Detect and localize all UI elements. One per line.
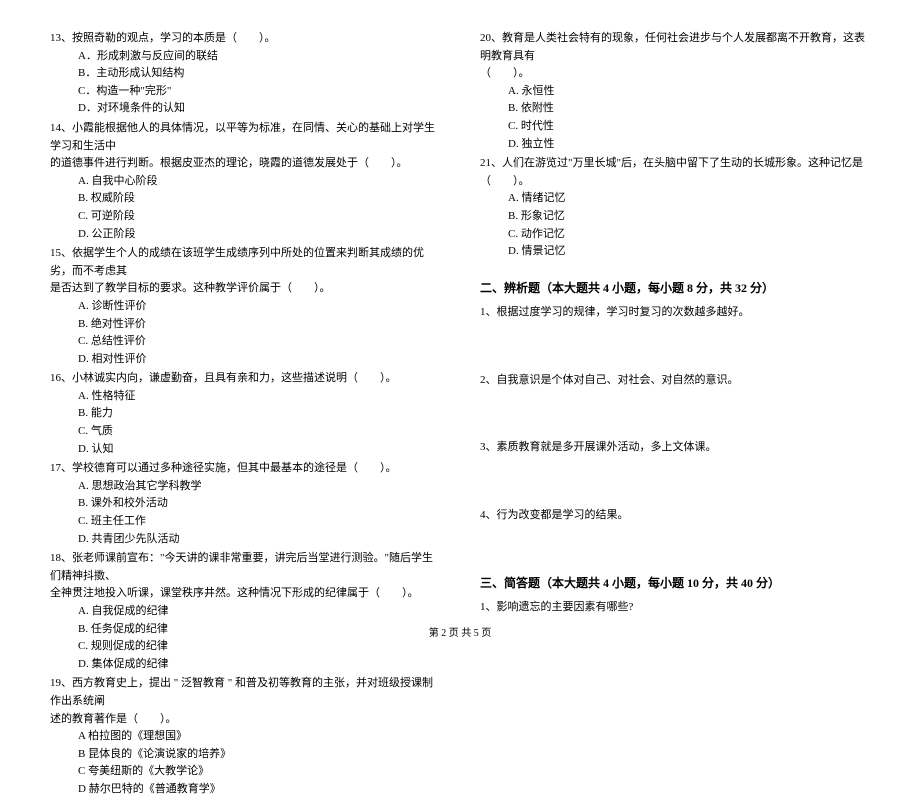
q20-stem-2: （ ）。 xyxy=(480,65,870,83)
q19-opt-c: C 夸美纽斯的《大教学论》 xyxy=(78,763,440,781)
right-column: 20、教育是人类社会特有的现象，任何社会进步与个人发展都离不开教育，这表明教育具… xyxy=(480,30,870,801)
section-3-q1: 1、影响遗忘的主要因素有哪些? xyxy=(480,599,870,617)
q20-opt-a: A. 永恒性 xyxy=(508,83,870,101)
question-17: 17、学校德育可以通过多种途径实施，但其中最基本的途径是（ ）。 A. 思想政治… xyxy=(50,460,440,548)
question-15: 15、依据学生个人的成绩在该班学生成绩序列中所处的位置来判断其成绩的优劣，而不考… xyxy=(50,245,440,368)
q17-options: A. 思想政治其它学科教学 B. 课外和校外活动 C. 班主任工作 D. 共青团… xyxy=(50,478,440,548)
q18-stem-2: 全神贯注地投入听课，课堂秩序井然。这种情况下形成的纪律属于（ ）。 xyxy=(50,585,440,603)
section-2-q4: 4、行为改变都是学习的结果。 xyxy=(480,507,870,525)
q20-opt-d: D. 独立性 xyxy=(508,136,870,154)
section-3-title: 三、简答题（本大题共 4 小题，每小题 10 分，共 40 分） xyxy=(480,574,870,593)
q21-opt-b: B. 形象记忆 xyxy=(508,208,870,226)
question-16: 16、小林诚实内向，谦虚勤奋，且具有亲和力，这些描述说明（ ）。 A. 性格特征… xyxy=(50,370,440,458)
q21-opt-c: C. 动作记忆 xyxy=(508,226,870,244)
q14-options: A. 自我中心阶段 B. 权威阶段 C. 可逆阶段 D. 公正阶段 xyxy=(50,173,440,243)
section-2-q1: 1、根据过度学习的规律，学习时复习的次数越多越好。 xyxy=(480,304,870,322)
q13-opt-d: D．对环境条件的认知 xyxy=(78,100,440,118)
q15-stem-1: 15、依据学生个人的成绩在该班学生成绩序列中所处的位置来判断其成绩的优劣，而不考… xyxy=(50,245,440,280)
q15-opt-b: B. 绝对性评价 xyxy=(78,316,440,334)
q16-opt-d: D. 认知 xyxy=(78,441,440,459)
q17-opt-b: B. 课外和校外活动 xyxy=(78,495,440,513)
question-19: 19、西方教育史上，提出 " 泛智教育 " 和普及初等教育的主张，并对班级授课制… xyxy=(50,675,440,798)
q16-opt-a: A. 性格特征 xyxy=(78,388,440,406)
q20-opt-b: B. 依附性 xyxy=(508,100,870,118)
q17-opt-a: A. 思想政治其它学科教学 xyxy=(78,478,440,496)
q21-opt-d: D. 情景记忆 xyxy=(508,243,870,261)
question-21: 21、人们在游览过"万里长城"后，在头脑中留下了生动的长城形象。这种记忆是（ ）… xyxy=(480,155,870,261)
q19-opt-b: B 昆体良的《论演说家的培养》 xyxy=(78,746,440,764)
q21-opt-a: A. 情绪记忆 xyxy=(508,190,870,208)
section-2-q3: 3、素质教育就是多开展课外活动，多上文体课。 xyxy=(480,439,870,457)
q14-opt-c: C. 可逆阶段 xyxy=(78,208,440,226)
q16-opt-c: C. 气质 xyxy=(78,423,440,441)
q15-opt-c: C. 总结性评价 xyxy=(78,333,440,351)
q13-stem: 13、按照奇勒的观点，学习的本质是（ ）。 xyxy=(50,30,440,48)
q19-options: A 柏拉图的《理想国》 B 昆体良的《论演说家的培养》 C 夸美纽斯的《大教学论… xyxy=(50,728,440,798)
q13-options: A．形成刺激与反应间的联结 B．主动形成认知结构 C．构造一种"完形" D．对环… xyxy=(50,48,440,118)
q16-opt-b: B. 能力 xyxy=(78,405,440,423)
q14-stem-1: 14、小霞能根据他人的具体情况，以平等为标准，在同情、关心的基础上对学生学习和生… xyxy=(50,120,440,155)
q13-opt-b: B．主动形成认知结构 xyxy=(78,65,440,83)
q20-stem-1: 20、教育是人类社会特有的现象，任何社会进步与个人发展都离不开教育，这表明教育具… xyxy=(480,30,870,65)
q14-opt-d: D. 公正阶段 xyxy=(78,226,440,244)
q15-stem-2: 是否达到了教学目标的要求。这种教学评价属于（ ）。 xyxy=(50,280,440,298)
q15-opt-a: A. 诊断性评价 xyxy=(78,298,440,316)
question-20: 20、教育是人类社会特有的现象，任何社会进步与个人发展都离不开教育，这表明教育具… xyxy=(480,30,870,153)
q19-opt-d: D 赫尔巴特的《普通教育学》 xyxy=(78,781,440,799)
q20-opt-c: C. 时代性 xyxy=(508,118,870,136)
q18-opt-d: D. 集体促成的纪律 xyxy=(78,656,440,674)
question-13: 13、按照奇勒的观点，学习的本质是（ ）。 A．形成刺激与反应间的联结 B．主动… xyxy=(50,30,440,118)
question-14: 14、小霞能根据他人的具体情况，以平等为标准，在同情、关心的基础上对学生学习和生… xyxy=(50,120,440,243)
q17-stem: 17、学校德育可以通过多种途径实施，但其中最基本的途径是（ ）。 xyxy=(50,460,440,478)
q19-stem-2: 述的教育著作是（ ）。 xyxy=(50,711,440,729)
q14-stem-2: 的道德事件进行判断。根据皮亚杰的理论，晓霞的道德发展处于（ ）。 xyxy=(50,155,440,173)
section-2-q2: 2、自我意识是个体对自己、对社会、对自然的意识。 xyxy=(480,372,870,390)
q19-stem-1: 19、西方教育史上，提出 " 泛智教育 " 和普及初等教育的主张，并对班级授课制… xyxy=(50,675,440,710)
q19-opt-a: A 柏拉图的《理想国》 xyxy=(78,728,440,746)
q15-opt-d: D. 相对性评价 xyxy=(78,351,440,369)
q18-opt-a: A. 自我促成的纪律 xyxy=(78,603,440,621)
q20-options: A. 永恒性 B. 依附性 C. 时代性 D. 独立性 xyxy=(480,83,870,153)
q17-opt-d: D. 共青团少先队活动 xyxy=(78,531,440,549)
q21-options: A. 情绪记忆 B. 形象记忆 C. 动作记忆 D. 情景记忆 xyxy=(480,190,870,260)
q16-stem: 16、小林诚实内向，谦虚勤奋，且具有亲和力，这些描述说明（ ）。 xyxy=(50,370,440,388)
q13-opt-c: C．构造一种"完形" xyxy=(78,83,440,101)
q15-options: A. 诊断性评价 B. 绝对性评价 C. 总结性评价 D. 相对性评价 xyxy=(50,298,440,368)
q13-opt-a: A．形成刺激与反应间的联结 xyxy=(78,48,440,66)
q16-options: A. 性格特征 B. 能力 C. 气质 D. 认知 xyxy=(50,388,440,458)
q14-opt-a: A. 自我中心阶段 xyxy=(78,173,440,191)
page-footer: 第 2 页 共 5 页 xyxy=(0,626,920,642)
q21-stem: 21、人们在游览过"万里长城"后，在头脑中留下了生动的长城形象。这种记忆是（ ）… xyxy=(480,155,870,190)
section-2-title: 二、辨析题（本大题共 4 小题，每小题 8 分，共 32 分） xyxy=(480,279,870,298)
question-18: 18、张老师课前宣布："今天讲的课非常重要，讲完后当堂进行测验。"随后学生们精神… xyxy=(50,550,440,673)
q17-opt-c: C. 班主任工作 xyxy=(78,513,440,531)
left-column: 13、按照奇勒的观点，学习的本质是（ ）。 A．形成刺激与反应间的联结 B．主动… xyxy=(50,30,440,801)
q18-stem-1: 18、张老师课前宣布："今天讲的课非常重要，讲完后当堂进行测验。"随后学生们精神… xyxy=(50,550,440,585)
q14-opt-b: B. 权威阶段 xyxy=(78,190,440,208)
